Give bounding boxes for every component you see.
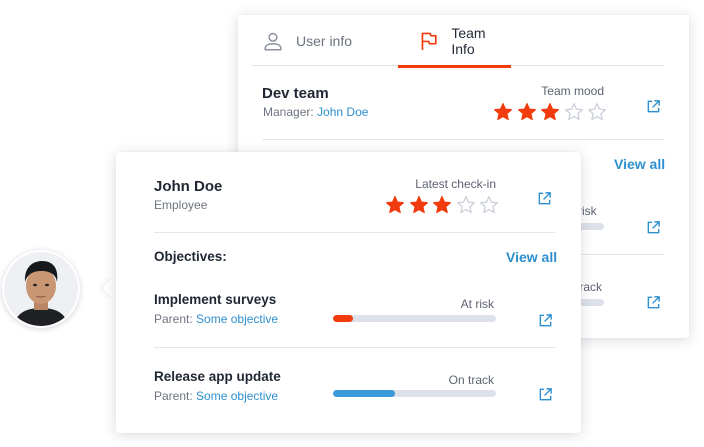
objective-parent: Parent: Some objective <box>154 312 278 326</box>
objective-progress-bar <box>333 315 496 322</box>
progress-fill <box>333 390 395 397</box>
external-link-icon[interactable] <box>646 295 661 310</box>
star-filled-icon <box>409 196 428 214</box>
avatar-photo <box>4 252 78 326</box>
external-link-icon[interactable] <box>646 99 661 114</box>
active-tab-indicator <box>398 65 511 68</box>
divider <box>154 232 555 233</box>
divider <box>568 254 664 255</box>
external-link-icon[interactable] <box>538 387 553 402</box>
objective-parent: Parent: Some objective <box>154 389 278 403</box>
parent-link[interactable]: Some objective <box>196 389 278 403</box>
objective-status: On track <box>448 373 494 387</box>
view-all-link[interactable]: View all <box>614 156 665 172</box>
tab-bar: User info Team Info <box>252 15 664 68</box>
star-empty-icon <box>456 196 475 214</box>
flag-icon <box>421 32 437 50</box>
parent-link[interactable]: Some objective <box>196 312 278 326</box>
tab-user-info[interactable]: User info <box>262 15 352 66</box>
tab-label: User info <box>296 32 353 49</box>
manager-link[interactable]: John Doe <box>317 105 368 119</box>
user-icon <box>264 32 282 50</box>
objective-title[interactable]: Release app update <box>154 369 281 384</box>
view-all-link[interactable]: View all <box>506 249 557 265</box>
team-mood-rating <box>493 102 611 122</box>
star-filled-icon <box>494 103 512 121</box>
external-link-icon[interactable] <box>538 313 553 328</box>
objectives-heading: Objectives: <box>154 249 227 264</box>
employee-role: Employee <box>154 198 208 212</box>
objective-progress-bar <box>333 390 496 397</box>
progress-fill <box>333 315 353 322</box>
parent-label: Parent: <box>154 312 193 326</box>
manager-label: Manager: <box>263 105 314 119</box>
team-name: Dev team <box>262 85 329 102</box>
star-empty-icon <box>480 196 498 214</box>
star-filled-icon <box>386 196 404 214</box>
star-filled-icon <box>541 103 559 121</box>
checkin-rating <box>385 195 503 215</box>
external-link-icon[interactable] <box>537 191 552 206</box>
employee-name: John Doe <box>154 178 223 195</box>
checkin-label: Latest check-in <box>415 177 496 191</box>
manager-line: Manager: John Doe <box>263 105 368 119</box>
parent-label: Parent: <box>154 389 193 403</box>
tab-team-info[interactable]: Team Info <box>398 15 511 68</box>
star-filled-icon <box>433 196 451 214</box>
divider <box>262 139 664 140</box>
star-empty-icon <box>564 103 583 121</box>
stage: User info Team Info Dev team Manager: Jo… <box>0 0 704 447</box>
tab-label: Team Info <box>451 24 486 57</box>
star-empty-icon <box>588 103 606 121</box>
star-filled-icon <box>517 103 536 121</box>
team-mood-label: Team mood <box>541 84 604 98</box>
objective-title[interactable]: Implement surveys <box>154 292 276 307</box>
divider <box>154 347 555 348</box>
avatar[interactable] <box>2 250 80 328</box>
employee-card: John Doe Employee Latest check-in Object… <box>116 152 581 433</box>
external-link-icon[interactable] <box>646 220 661 235</box>
objective-status: At risk <box>460 297 494 311</box>
